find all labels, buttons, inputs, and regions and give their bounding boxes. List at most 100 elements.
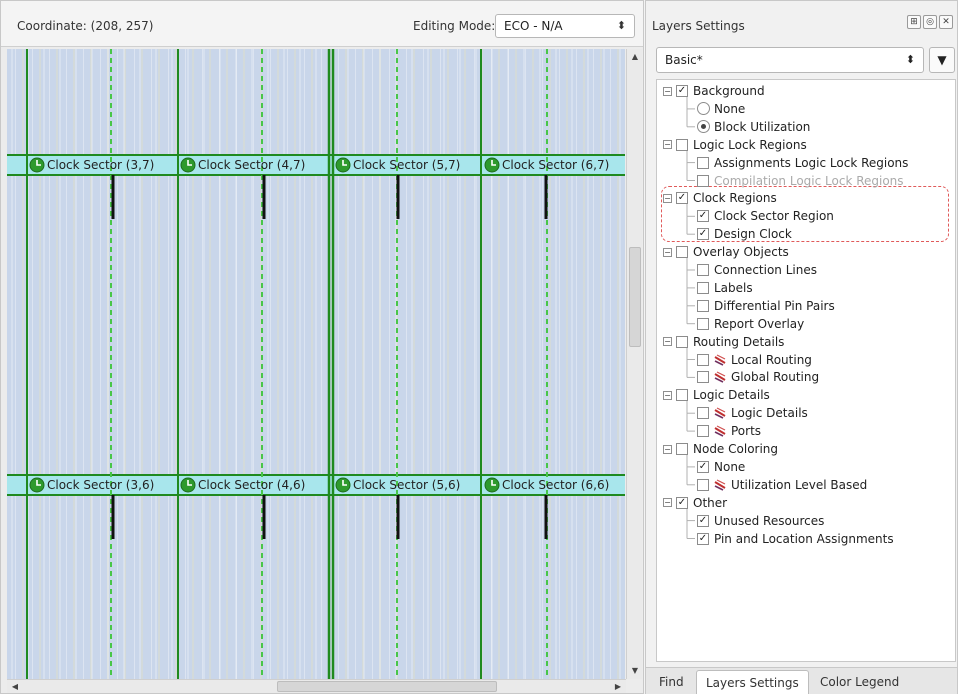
- tree-item-row[interactable]: ✓ Unused Resources: [697, 512, 824, 530]
- checkbox[interactable]: ✓: [676, 192, 688, 205]
- checkbox[interactable]: [697, 317, 709, 330]
- preset-menu-button[interactable]: ▼: [929, 47, 955, 73]
- tree-item-row[interactable]: ✓ Pin and Location Assignments: [697, 530, 894, 548]
- checkbox[interactable]: [697, 281, 709, 294]
- column-stripe: [187, 49, 189, 679]
- collapse-icon[interactable]: −: [663, 86, 672, 96]
- column-stripe: [619, 49, 621, 679]
- collapse-icon[interactable]: −: [663, 444, 672, 454]
- tree-item-row[interactable]: Utilization Level Based: [697, 476, 867, 494]
- routing-icon: [714, 425, 726, 437]
- radio-button[interactable]: [697, 102, 710, 116]
- tree-group-row[interactable]: − ✓ Background: [663, 82, 765, 100]
- preset-value: Basic*: [665, 53, 703, 67]
- checkbox[interactable]: [697, 156, 709, 169]
- tree-item-row[interactable]: Differential Pin Pairs: [697, 297, 835, 315]
- checkbox[interactable]: [676, 389, 688, 402]
- horizontal-scroll-thumb[interactable]: [277, 681, 497, 692]
- clock-sector-label[interactable]: Clock Sector (4,7): [180, 155, 305, 175]
- clock-sector-label[interactable]: Clock Sector (3,7): [29, 155, 154, 175]
- float-icon[interactable]: ◎: [923, 15, 937, 29]
- tree-group-row[interactable]: − Logic Lock Regions: [663, 136, 807, 154]
- collapse-icon[interactable]: −: [663, 193, 672, 203]
- vertical-scrollbar[interactable]: ▲ ▼: [626, 49, 642, 679]
- scroll-right-arrow-icon[interactable]: ▶: [612, 681, 624, 693]
- tree-item-row[interactable]: Connection Lines: [697, 261, 817, 279]
- checkbox[interactable]: ✓: [697, 514, 709, 527]
- chip-planner-pane: Coordinate: (208, 257) Editing Mode: ECO…: [0, 0, 644, 694]
- vertical-scroll-thumb[interactable]: [629, 247, 641, 347]
- checkbox[interactable]: ✓: [676, 496, 688, 509]
- tree-item-row[interactable]: ✓ None: [697, 458, 745, 476]
- tab-color-legend[interactable]: Color Legend: [811, 670, 908, 694]
- tree-item-row[interactable]: ✓ Design Clock: [697, 225, 792, 243]
- scroll-down-arrow-icon[interactable]: ▼: [629, 665, 641, 677]
- tree-group-row[interactable]: − Logic Details: [663, 386, 770, 404]
- checkbox[interactable]: [676, 138, 688, 151]
- tree-label: Design Clock: [714, 227, 792, 242]
- tree-item-row[interactable]: None: [697, 100, 745, 118]
- checkbox[interactable]: [697, 407, 709, 420]
- checkbox[interactable]: [697, 299, 709, 312]
- tree-group-row[interactable]: − Overlay Objects: [663, 243, 789, 261]
- collapse-icon[interactable]: −: [663, 337, 672, 347]
- collapse-icon[interactable]: −: [663, 498, 672, 508]
- clock-icon: [29, 477, 45, 493]
- scroll-left-arrow-icon[interactable]: ◀: [9, 681, 21, 693]
- editing-mode-select[interactable]: ECO - N/A ⬍: [495, 14, 635, 38]
- clock-sector-label[interactable]: Clock Sector (3,6): [29, 475, 154, 495]
- tree-label: Unused Resources: [714, 513, 825, 528]
- checkbox[interactable]: [676, 335, 688, 348]
- radio-button[interactable]: [697, 120, 710, 134]
- checkbox[interactable]: [697, 371, 709, 384]
- collapse-icon[interactable]: −: [663, 140, 672, 150]
- horizontal-scrollbar[interactable]: ◀ ▶: [7, 679, 626, 693]
- column-stripe: [283, 49, 285, 679]
- tree-item-row[interactable]: Block Utilization: [697, 118, 810, 136]
- checkbox[interactable]: ✓: [697, 532, 709, 545]
- clock-sector-label[interactable]: Clock Sector (6,6): [484, 475, 609, 495]
- checkbox[interactable]: [697, 174, 709, 187]
- tab-layers-settings[interactable]: Layers Settings: [696, 670, 809, 694]
- clock-sector-label[interactable]: Clock Sector (5,7): [335, 155, 460, 175]
- checkbox[interactable]: ✓: [697, 210, 709, 223]
- clock-sector-label[interactable]: Clock Sector (6,7): [484, 155, 609, 175]
- tree-item-row[interactable]: ✓ Clock Sector Region: [697, 207, 834, 225]
- clock-sector-label[interactable]: Clock Sector (4,6): [180, 475, 305, 495]
- checkbox[interactable]: [697, 264, 709, 276]
- column-stripe: [59, 49, 61, 679]
- checkbox[interactable]: [697, 353, 709, 366]
- tree-item-row[interactable]: Logic Details: [697, 404, 808, 422]
- tree-item-row[interactable]: Local Routing: [697, 351, 812, 369]
- checkbox[interactable]: ✓: [676, 85, 688, 97]
- checkbox[interactable]: [676, 246, 688, 259]
- clock-sector-name: Clock Sector (4,7): [198, 158, 306, 172]
- tree-group-row[interactable]: − ✓ Clock Regions: [663, 189, 777, 207]
- tree-item-row[interactable]: Compilation Logic Lock Regions: [697, 172, 904, 190]
- checkbox[interactable]: [697, 425, 709, 438]
- tree-item-row[interactable]: Ports: [697, 422, 761, 440]
- collapse-icon[interactable]: −: [663, 390, 672, 400]
- pin-icon[interactable]: ⊞: [907, 15, 921, 29]
- checkbox[interactable]: ✓: [697, 460, 709, 473]
- clock-sector-label[interactable]: Clock Sector (5,6): [335, 475, 460, 495]
- checkbox[interactable]: ✓: [697, 228, 709, 241]
- checkbox[interactable]: [697, 478, 709, 491]
- tree-group-row[interactable]: − Node Coloring: [663, 440, 778, 458]
- close-icon[interactable]: ✕: [939, 15, 953, 29]
- tab-find[interactable]: Find: [650, 670, 693, 694]
- tree-item-row[interactable]: Report Overlay: [697, 315, 804, 333]
- tree-item-row[interactable]: Labels: [697, 279, 753, 297]
- scroll-up-arrow-icon[interactable]: ▲: [629, 51, 641, 63]
- tree-group-row[interactable]: − ✓ Other: [663, 494, 727, 512]
- checkbox[interactable]: [676, 443, 688, 455]
- tree-item-row[interactable]: Assignments Logic Lock Regions: [697, 154, 908, 172]
- column-stripe: [267, 49, 269, 679]
- collapse-icon[interactable]: −: [663, 247, 672, 257]
- chip-map-canvas[interactable]: Clock Sector (3,7) Clock Sector (4,7) Cloc…: [7, 49, 625, 679]
- tree-label: Logic Details: [731, 406, 808, 421]
- layers-settings-pane: Layers Settings ⊞ ◎ ✕ Basic* ⬍ ▼ − ✓ Backg…: [645, 0, 958, 694]
- preset-select[interactable]: Basic* ⬍: [656, 47, 924, 73]
- tree-group-row[interactable]: − Routing Details: [663, 333, 784, 351]
- tree-item-row[interactable]: Global Routing: [697, 368, 819, 386]
